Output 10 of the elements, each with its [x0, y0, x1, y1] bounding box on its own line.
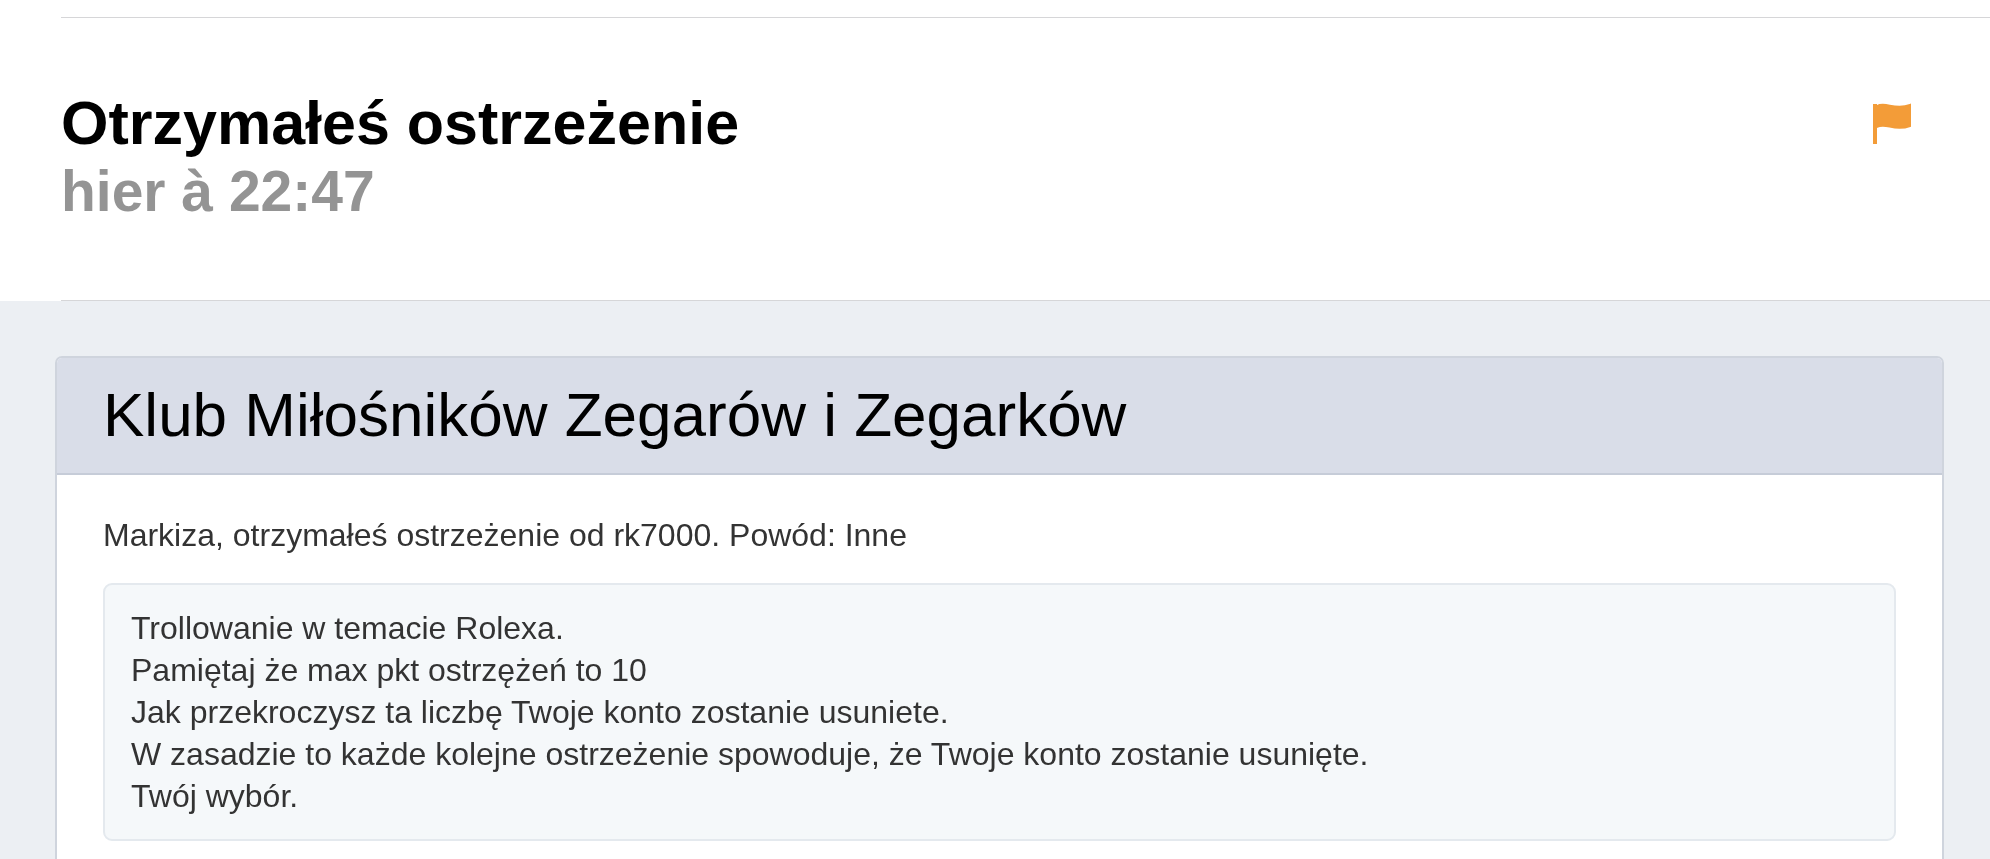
warning-intro: Markiza, otrzymałeś ostrzeżenie od rk7000. Powód: Inne	[103, 516, 908, 555]
message-subject: Otrzymałeś ostrzeżenie	[61, 88, 740, 158]
flag-icon[interactable]	[1872, 102, 1912, 146]
quote-line: Trollowanie w temacie Rolexa.	[131, 609, 565, 648]
quote-line: Jak przekroczysz ta liczbę Twoje konto zostanie usuniete.	[131, 693, 950, 732]
quote-line: W zasadzie to każde kolejne ostrzeżenie spowoduje, że Twoje konto zostanie usunięte.	[131, 735, 1370, 774]
quote-line: Pamiętaj że max pkt ostrzężeń to 10	[131, 651, 648, 690]
forum-name: Klub Miłośników Zegarów i Zegarków	[103, 380, 1127, 449]
quote-line: Twój wybór.	[131, 777, 300, 816]
message-time: hier à 22:47	[61, 158, 376, 224]
